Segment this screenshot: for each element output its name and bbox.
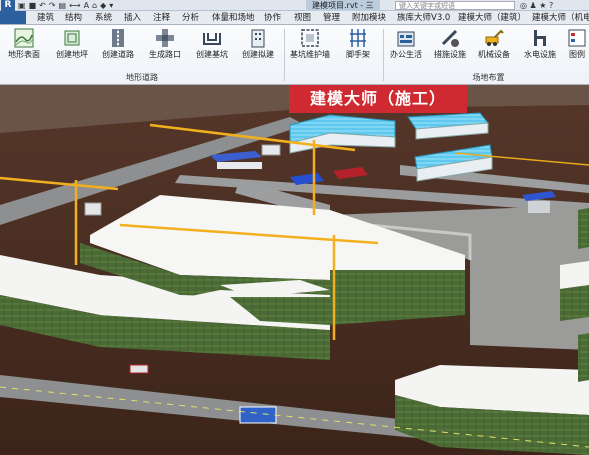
tab-insert[interactable]: 插入 xyxy=(124,11,141,24)
user-icon[interactable]: ♟ xyxy=(530,1,537,10)
site-hut xyxy=(129,364,149,374)
file-menu-button[interactable] xyxy=(0,11,26,24)
generate-intersection-button[interactable]: 生成路口 xyxy=(147,27,183,65)
star-icon[interactable]: ★ xyxy=(539,1,546,10)
office-living-button[interactable]: 办公生活 xyxy=(388,27,424,65)
3d-view-icon[interactable]: ⌂ xyxy=(92,1,100,10)
office-living-icon xyxy=(397,31,415,47)
app-logo[interactable]: R xyxy=(1,0,15,11)
create-pit-icon xyxy=(203,33,221,45)
tab-modeling-master-mep[interactable]: 建模大师（机电 xyxy=(532,11,589,24)
terrain-surface-icon xyxy=(14,28,34,48)
group-label-terrain-road: 地形道路 xyxy=(126,73,158,82)
binoculars-icon[interactable]: ◎ xyxy=(520,1,527,10)
site-shed-wall xyxy=(528,201,550,213)
create-proposed-building-icon xyxy=(251,29,265,48)
ribbon-separator xyxy=(383,29,384,81)
tab-family-library[interactable]: 族库大师V3.0 xyxy=(397,11,450,24)
redo-icon[interactable]: ↷ xyxy=(49,1,59,10)
quick-access-toolbar: R ▣■↶↷▤⟷A⌂◆▾ 建模项目.rvt - 三 键入关键字或短语 ◎ ♟ ★… xyxy=(0,0,589,11)
water-electric-facility-icon xyxy=(534,30,546,46)
building-roof xyxy=(560,261,589,289)
tab-systems[interactable]: 系统 xyxy=(95,11,112,24)
legend-icon xyxy=(568,29,586,47)
ribbon-tabs: 建筑 结构 系统 插入 注释 分析 体量和场地 协作 视图 管理 附加模块 族库… xyxy=(0,11,589,25)
mechanical-equipment-button[interactable]: 机械设备 xyxy=(476,27,512,65)
quick-access-icons[interactable]: ▣■↶↷▤⟷A⌂◆▾ xyxy=(18,1,116,10)
measure-facility-icon xyxy=(441,29,459,47)
terrain-surface-button[interactable]: 地形表面 xyxy=(6,27,42,65)
construction-site-3d-scene xyxy=(0,85,589,455)
create-floor-icon xyxy=(64,30,80,46)
pit-retaining-wall-icon xyxy=(301,29,319,47)
text-icon[interactable]: A xyxy=(84,1,92,10)
open-icon[interactable]: ▣ xyxy=(18,1,29,10)
create-road-button[interactable]: 创建道路 xyxy=(100,27,136,65)
window-title: 建模项目.rvt - 三 xyxy=(306,0,380,11)
print-icon[interactable]: ▤ xyxy=(59,1,70,10)
3d-viewport[interactable] xyxy=(0,85,589,455)
ribbon-separator xyxy=(284,29,285,81)
create-proposed-building-button[interactable]: 创建拟建 xyxy=(240,27,276,65)
product-banner: 建模大师（施工） xyxy=(289,85,467,113)
undo-icon[interactable]: ↶ xyxy=(39,1,49,10)
measure-icon[interactable]: ⟷ xyxy=(69,1,83,10)
scaffold-icon xyxy=(350,29,366,47)
scaffold-button[interactable]: 脚手架 xyxy=(340,27,376,65)
tab-structure[interactable]: 结构 xyxy=(65,11,82,24)
legend-button[interactable]: 图例 xyxy=(565,27,589,65)
site-gate xyxy=(239,406,277,424)
building-facade xyxy=(578,208,589,249)
measure-facility-button[interactable]: 措施设施 xyxy=(432,27,468,65)
tab-annotate[interactable]: 注释 xyxy=(153,11,170,24)
create-pit-button[interactable]: 创建基坑 xyxy=(194,27,230,65)
mechanical-equipment-icon xyxy=(485,29,504,46)
tab-massing-site[interactable]: 体量和场地 xyxy=(212,11,255,24)
group-label-site-layout: 场地布置 xyxy=(472,73,505,82)
water-electric-facility-button[interactable]: 水电设施 xyxy=(522,27,558,65)
dropdown-icon[interactable]: ▾ xyxy=(109,1,116,10)
save-icon[interactable]: ■ xyxy=(29,1,40,10)
title-bar-right-icons[interactable]: ◎ ♟ ★ ? xyxy=(520,0,553,11)
building-facade xyxy=(560,285,589,321)
site-hut xyxy=(84,202,102,216)
generate-intersection-icon xyxy=(156,29,174,47)
create-road-icon xyxy=(112,29,124,47)
pit-retaining-wall-button[interactable]: 基坑维护墙 xyxy=(290,27,330,65)
tab-manage[interactable]: 管理 xyxy=(323,11,340,24)
search-input[interactable]: 键入关键字或短语 xyxy=(395,1,515,10)
tab-add-ins[interactable]: 附加模块 xyxy=(352,11,386,24)
tab-collaborate[interactable]: 协作 xyxy=(264,11,281,24)
create-floor-button[interactable]: 创建地坪 xyxy=(54,27,90,65)
tab-view[interactable]: 视图 xyxy=(294,11,311,24)
site-shed-wall xyxy=(217,162,262,169)
site-hut xyxy=(261,144,281,156)
ribbon-panel: 地形表面 创建地坪 创建道路 生成路口 创建基坑 创建拟建 基坑维护墙 脚手架 … xyxy=(0,25,589,85)
tab-analyze[interactable]: 分析 xyxy=(182,11,199,24)
tab-architecture[interactable]: 建筑 xyxy=(37,11,54,24)
help-icon[interactable]: ? xyxy=(549,1,553,10)
section-icon[interactable]: ◆ xyxy=(100,1,109,10)
tab-modeling-master-arch[interactable]: 建模大师（建筑） xyxy=(458,11,526,24)
building-facade xyxy=(578,333,589,382)
